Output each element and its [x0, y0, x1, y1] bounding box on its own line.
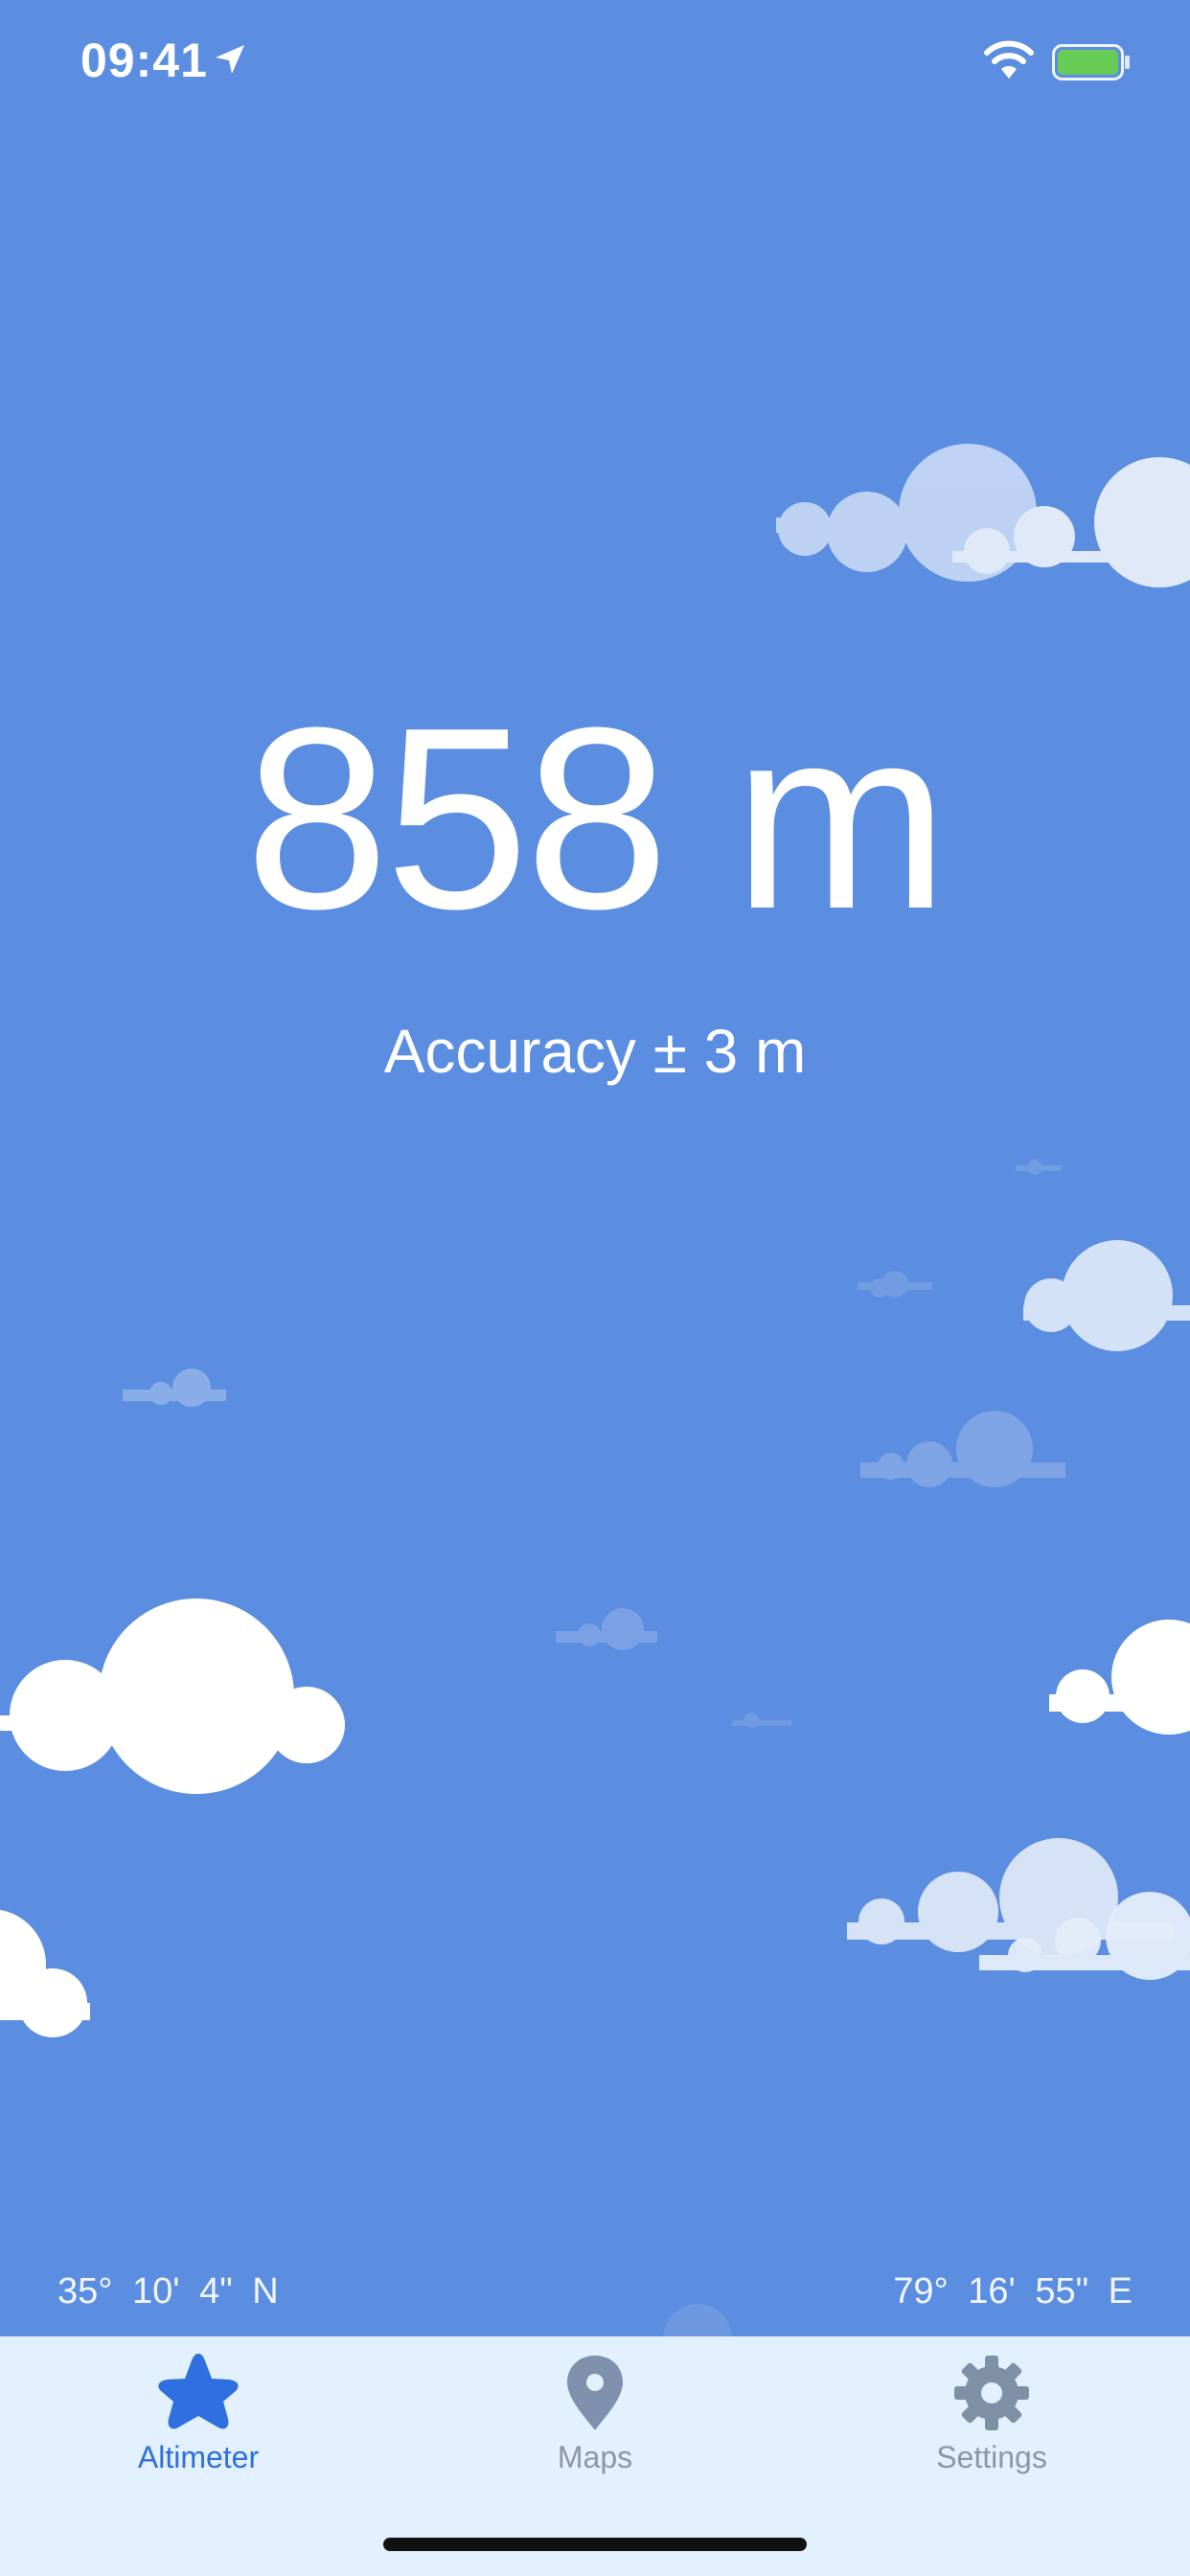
gear-icon	[954, 2356, 1029, 2430]
cloud	[1016, 1160, 1062, 1175]
wifi-icon	[984, 40, 1034, 79]
tab-label-settings: Settings	[936, 2440, 1047, 2474]
accuracy-label: Accuracy ± 3 m	[383, 1017, 807, 1086]
cloud	[858, 1271, 932, 1298]
cloud	[0, 1598, 345, 1794]
tab-settings[interactable]: Settings	[793, 2336, 1190, 2499]
cloud	[0, 1909, 90, 2037]
tab-bar: Altimeter Maps Settings	[0, 2336, 1190, 2576]
tab-label-altimeter: Altimeter	[137, 2440, 260, 2474]
cloud	[123, 1368, 226, 1407]
tab-label-maps: Maps	[557, 2440, 633, 2474]
status-time: 09:41	[80, 34, 208, 87]
cloud	[1023, 1240, 1190, 1351]
longitude-label: 79° 16' 55" E	[893, 2271, 1133, 2312]
cloud	[732, 1713, 791, 1728]
location-arrow-icon	[216, 45, 244, 74]
map-pin-icon	[567, 2356, 623, 2430]
star-icon	[158, 2354, 239, 2429]
tab-maps[interactable]: Maps	[397, 2336, 793, 2499]
cloud	[1049, 1620, 1190, 1735]
latitude-label: 35° 10' 4" N	[57, 2271, 279, 2312]
tab-altimeter[interactable]: Altimeter	[0, 2336, 397, 2499]
cloud	[556, 1608, 657, 1650]
status-bar: 09:41	[0, 0, 1190, 125]
home-indicator[interactable]	[383, 2538, 807, 2551]
cloud	[663, 2304, 732, 2338]
sky-background	[0, 444, 1190, 2338]
cloud	[860, 1411, 1065, 1487]
battery-icon	[1052, 44, 1130, 80]
altitude-value: 858 m	[244, 675, 949, 963]
